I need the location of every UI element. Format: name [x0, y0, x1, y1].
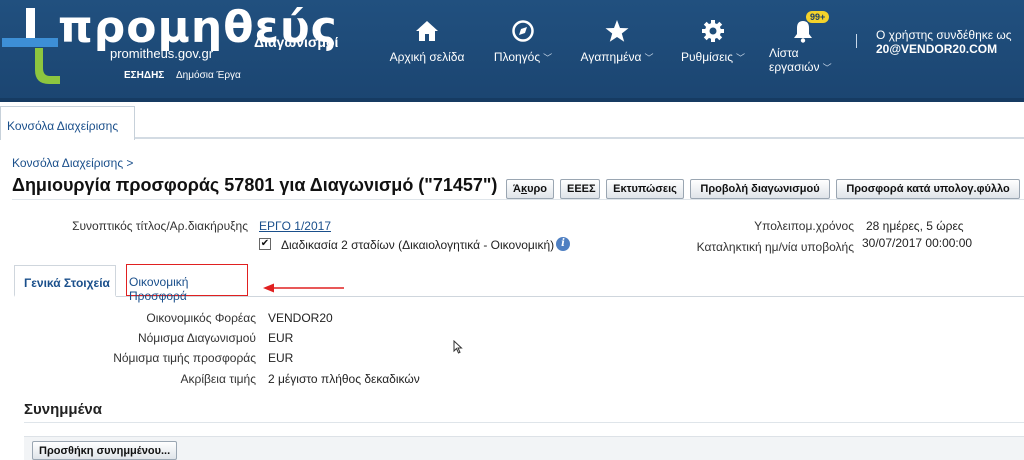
spreadsheet-offer-button[interactable]: Προσφορά κατά υπολογ.φύλλο [836, 179, 1020, 199]
tender-currency-label: Νόμισμα Διαγωνισμού [137, 331, 256, 345]
summary-title-link[interactable]: ΕΡΓΟ 1/2017 [259, 219, 331, 233]
promitheus-logo[interactable]: προμηθεύς promitheus.gov.gr ΕΣΗΔΗΣ Δημόσ… [0, 0, 337, 98]
two-stage-label: Διαδικασία 2 σταδίων (Δικαιολογητικά - Ο… [281, 238, 555, 252]
title-divider [12, 199, 1024, 200]
add-attachment-button[interactable]: Προσθήκη συνημμένου... [32, 441, 178, 460]
chevron-down-icon: ﹀ [736, 53, 746, 63]
nav-home-label: Αρχική σελίδα [389, 50, 465, 64]
nav-worklist[interactable]: Λίστα εργασιών ﹀ [762, 18, 832, 75]
tab-financial-offer[interactable]: Οικονομική Προσφορά [126, 264, 248, 303]
price-precision-value: 2 μέγιστο πλήθος δεκαδικών [268, 372, 420, 386]
cancel-button-label: Άκυρο [513, 183, 548, 195]
info-icon[interactable]: i [556, 237, 570, 251]
console-tab-baseline [0, 137, 1024, 139]
price-precision-label: Ακρίβεια τιμής [180, 372, 256, 386]
economic-operator-label: Οικονομικός Φορέας [146, 311, 256, 325]
nav-home[interactable]: Αρχική σελίδα [388, 18, 466, 64]
attachments-title: Συνημμένα [24, 401, 102, 418]
red-arrow-icon [263, 283, 344, 293]
prints-button[interactable]: Εκτυπώσεις [606, 179, 684, 199]
tab-admin-console[interactable]: Κονσόλα Διαχείρισης [0, 106, 135, 140]
two-stage-checkbox[interactable]: ✔ [259, 238, 271, 250]
deadline-value: 30/07/2017 00:00:00 [862, 236, 973, 250]
nav-worklist-label-2: εργασιών [769, 60, 820, 74]
nav-navigator-label: Πλοηγός [493, 50, 541, 64]
nav-favorites[interactable]: Αγαπημένα ﹀ [578, 18, 656, 64]
home-icon [416, 21, 438, 41]
eees-button[interactable]: ΕΕΕΣ [560, 179, 600, 199]
nav-worklist-label-1: Λίστα [769, 46, 799, 60]
logged-in-as-label: Ο χρήστης συνδέθηκε ως [876, 28, 1012, 42]
breadcrumb[interactable]: Κονσόλα Διαχείρισης > [12, 156, 133, 170]
logo-mark-icon [2, 8, 60, 84]
chevron-down-icon: ﹀ [543, 53, 553, 63]
gear-icon [702, 20, 724, 42]
tender-currency-value: EUR [268, 331, 294, 345]
chevron-down-icon: ﹀ [644, 53, 654, 63]
logged-in-user: 20@VENDOR20.COM [876, 42, 998, 56]
tab-general-info[interactable]: Γενικά Στοιχεία [14, 265, 116, 297]
notification-badge: 99+ [806, 11, 830, 23]
nav-favorites-label: Αγαπημένα [580, 50, 642, 64]
remaining-time-label: Υπολειπομ.χρόνος [754, 219, 854, 233]
logo-public-works: Δημόσια Έργα [176, 70, 241, 81]
deadline-label: Καταληκτική ημ/νία υποβολής [696, 240, 854, 254]
app-name: Διαγωνισμοί [254, 34, 339, 50]
offer-currency-value: EUR [268, 351, 294, 365]
star-icon [605, 20, 629, 42]
header-bottom-border [0, 98, 1024, 102]
logo-esidis: ΕΣΗΔΗΣ [124, 70, 165, 81]
logo-url: promitheus.gov.gr [110, 46, 214, 61]
chevron-down-icon: ﹀ [822, 63, 832, 73]
view-tender-button[interactable]: Προβολή διαγωνισμού [690, 179, 830, 199]
summary-title-label: Συνοπτικός τίτλος/Αρ.διακήρυξης [72, 219, 248, 233]
nav-navigator[interactable]: Πλοηγός ﹀ [490, 18, 556, 64]
nav-settings[interactable]: Ρυθμίσεις ﹀ [678, 18, 748, 64]
remaining-time-value: 28 ημέρες, 5 ώρες [866, 219, 964, 233]
mouse-cursor-icon [453, 340, 463, 354]
nav-settings-label: Ρυθμίσεις [680, 50, 733, 64]
page-title: Δημιουργία προσφοράς 57801 για Διαγωνισμ… [12, 175, 498, 195]
user-separator [856, 34, 857, 48]
compass-icon [512, 20, 534, 42]
attachments-divider [24, 422, 1024, 423]
economic-operator-value: VENDOR20 [268, 311, 333, 325]
offer-currency-label: Νόμισμα τιμής προσφοράς [113, 351, 256, 365]
cancel-button[interactable]: Άκυρο [506, 179, 554, 199]
